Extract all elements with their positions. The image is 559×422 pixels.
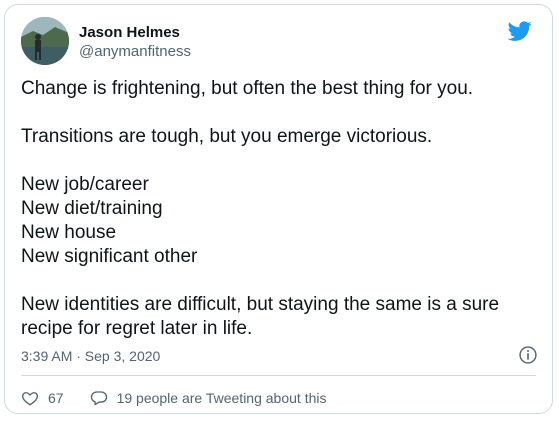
tweet-line: New house — [21, 222, 117, 243]
divider — [21, 375, 536, 376]
like-count: 67 — [48, 390, 64, 406]
tweet-line: New identities are difficult, but stayin… — [21, 294, 500, 315]
tweet-line: New significant other — [21, 246, 198, 267]
twitter-bird-icon[interactable] — [508, 19, 532, 43]
tweet-line: recipe for regret later in life. — [21, 318, 253, 339]
author-names: Jason Helmes @anymanfitness — [79, 23, 191, 61]
avatar-photo — [21, 17, 69, 65]
tweet-body: Change is frightening, but often the bes… — [21, 77, 541, 341]
tweet-line: Change is frightening, but often the bes… — [21, 78, 474, 99]
author-handle[interactable]: @anymanfitness — [79, 42, 191, 61]
author-name[interactable]: Jason Helmes — [79, 23, 191, 42]
tweet-actions: 67 19 people are Tweeting about this — [21, 387, 326, 409]
tweet-timestamp[interactable]: 3:39 AM · Sep 3, 2020 — [21, 347, 160, 365]
reply-bubble-icon — [90, 391, 107, 406]
reply-text: 19 people are Tweeting about this — [116, 390, 327, 406]
tweet-card[interactable]: Jason Helmes @anymanfitness Change is fr… — [4, 4, 553, 414]
reply-button[interactable]: 19 people are Tweeting about this — [90, 389, 327, 407]
tweet-header: Jason Helmes @anymanfitness — [21, 17, 536, 67]
info-icon[interactable] — [518, 345, 538, 365]
tweet-line: New diet/training — [21, 198, 163, 219]
avatar[interactable] — [21, 17, 69, 65]
tweet-line: Transitions are tough, but you emerge vi… — [21, 126, 433, 147]
heart-icon — [21, 392, 39, 406]
tweet-line: New job/career — [21, 174, 149, 195]
like-button[interactable]: 67 — [21, 389, 64, 407]
